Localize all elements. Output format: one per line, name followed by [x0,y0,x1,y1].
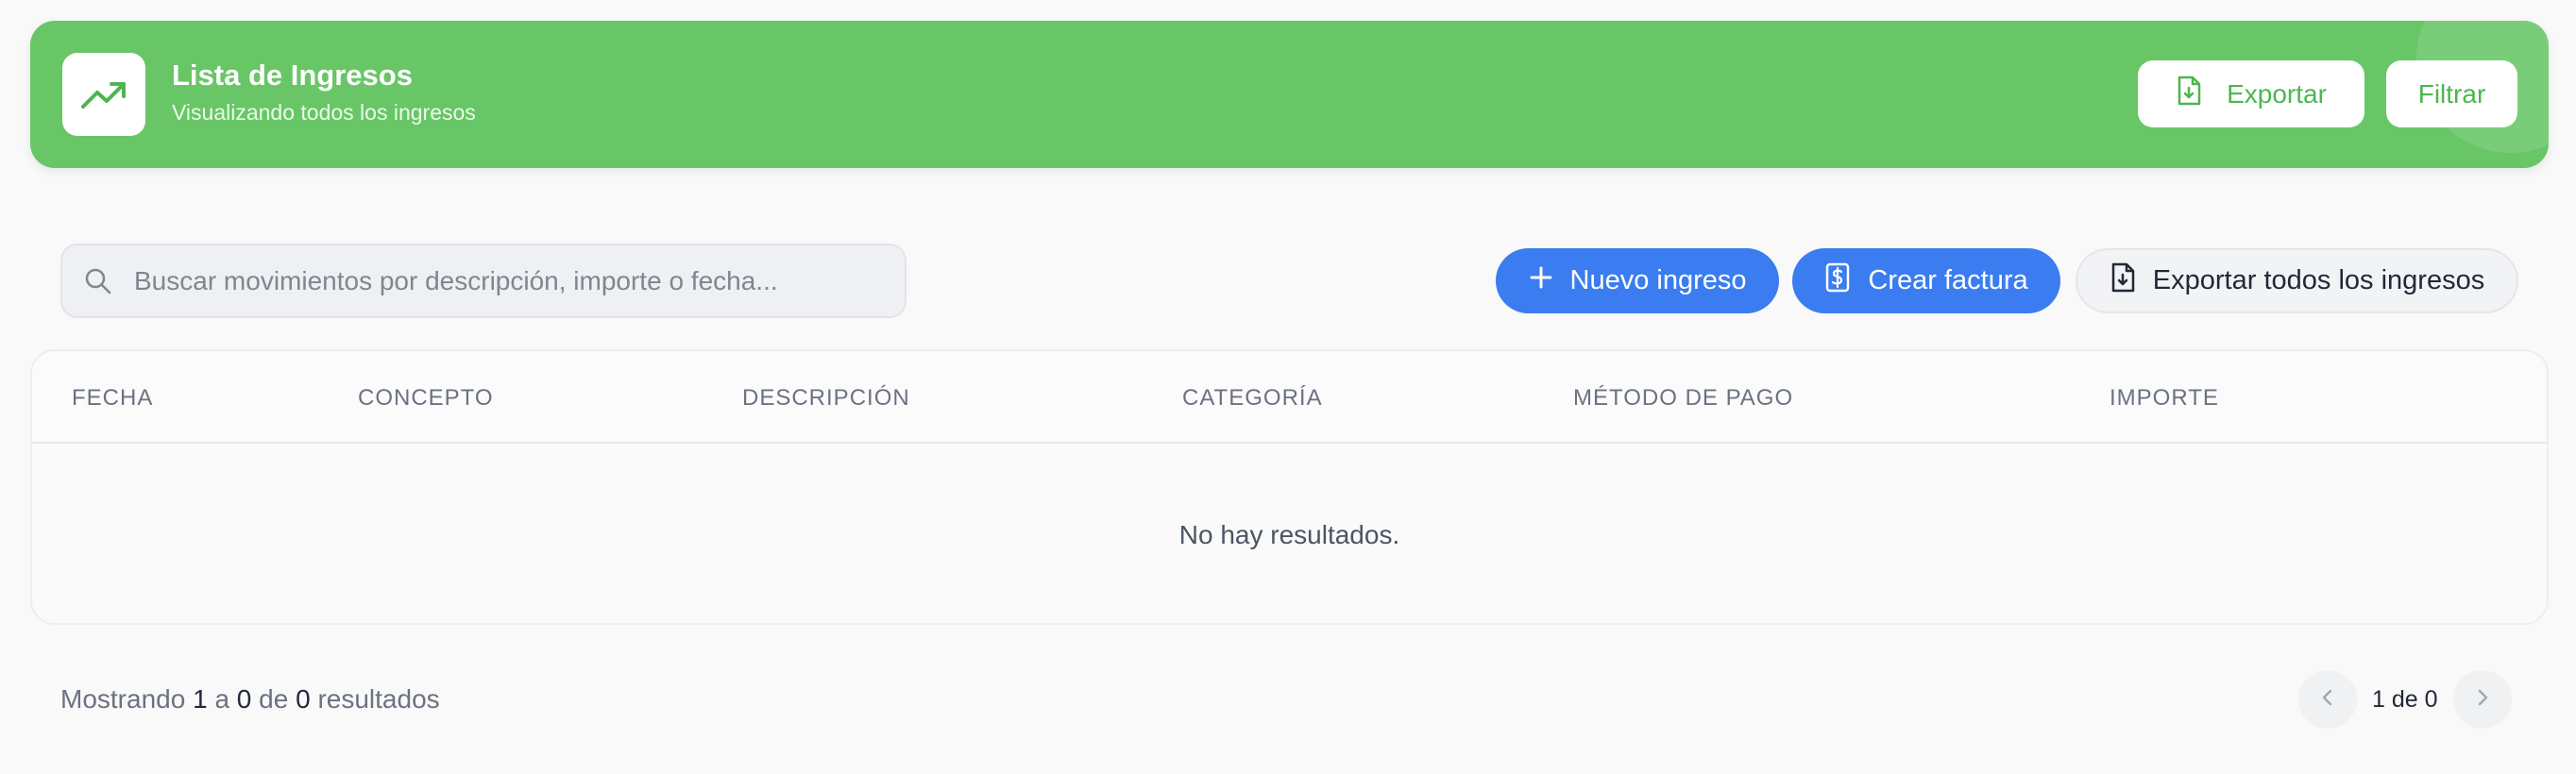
summary-a: a [214,684,230,714]
summary-prefix: Mostrando [60,684,186,714]
chevron-left-icon [2318,688,2337,712]
filter-button[interactable]: Filtrar [2386,60,2517,127]
new-income-label: Nuevo ingreso [1569,265,1747,295]
plus-icon [1529,265,1553,297]
create-invoice-label: Crear factura [1868,265,2028,295]
column-header-descripcion[interactable]: DESCRIPCIÓN [742,385,910,412]
create-invoice-button[interactable]: Crear factura [1792,248,2060,313]
previous-page-button[interactable] [2298,670,2357,729]
pagination: 1 de 0 [2298,670,2512,729]
summary-de: de [259,684,289,714]
column-header-categoria[interactable]: CATEGORÍA [1182,385,1323,412]
column-header-fecha[interactable]: FECHA [72,385,153,412]
summary-from: 1 [193,684,208,714]
chevron-right-icon [2473,688,2492,712]
next-page-button[interactable] [2452,670,2512,729]
page-title: Lista de Ingresos [172,59,413,92]
new-income-button[interactable]: Nuevo ingreso [1496,248,1779,313]
search-placeholder: Buscar movimientos por descripción, impo… [134,265,778,295]
trending-up-icon [62,53,145,136]
summary-total: 0 [296,684,311,714]
column-header-metodo-pago[interactable]: MÉTODO DE PAGO [1573,385,1793,412]
export-button-label: Exportar [2227,78,2327,109]
page-header: Lista de Ingresos Visualizando todos los… [30,21,2549,168]
export-button[interactable]: Exportar [2138,60,2364,127]
export-all-button[interactable]: Exportar todos los ingresos [2076,248,2518,313]
income-table: FECHA CONCEPTO DESCRIPCIÓN CATEGORÍA MÉT… [30,349,2549,625]
column-header-concepto[interactable]: CONCEPTO [358,385,494,412]
empty-state-message: No hay resultados. [1178,520,1400,549]
file-download-icon [2176,76,2202,112]
search-icon [81,264,115,298]
invoice-icon [1824,262,1851,300]
page-indicator: 1 de 0 [2372,685,2438,713]
file-download-icon [2110,262,2136,300]
summary-results: resultados [317,684,440,714]
results-summary: Mostrando 1 a 0 de 0 resultados [60,684,440,715]
export-all-label: Exportar todos los ingresos [2152,265,2485,295]
search-input[interactable]: Buscar movimientos por descripción, impo… [60,244,907,318]
filter-button-label: Filtrar [2417,78,2486,109]
table-header: FECHA CONCEPTO DESCRIPCIÓN CATEGORÍA MÉT… [32,351,2547,444]
page-subtitle: Visualizando todos los ingresos [172,100,476,125]
summary-to: 0 [236,684,252,714]
column-header-importe[interactable]: IMPORTE [2110,385,2219,412]
